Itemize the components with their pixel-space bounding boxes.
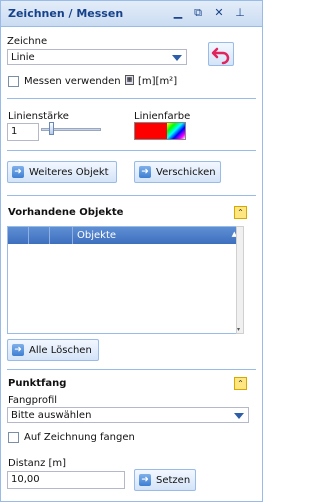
snap-profile-select[interactable]: Bitte auswählen — [7, 407, 249, 423]
undo-button[interactable] — [208, 42, 234, 66]
separator — [7, 195, 256, 196]
grid-scrollbar[interactable]: ▾ — [236, 226, 244, 334]
arrow-right-icon: ➜ — [12, 344, 24, 356]
pin-icon[interactable]: ⊥ — [233, 6, 247, 20]
line-color-label: Linienfarbe — [134, 111, 191, 122]
chevron-down-icon — [234, 413, 244, 419]
setzen-label: Setzen — [156, 475, 191, 486]
grid-col-icon[interactable] — [29, 227, 50, 244]
scroll-down-icon[interactable]: ▾ — [237, 326, 240, 333]
zeichne-label: Zeichne — [7, 36, 48, 47]
measure-label: Messen verwenden — [24, 76, 121, 87]
undo-icon — [211, 47, 230, 65]
separator — [7, 150, 256, 151]
arrow-right-icon: ➜ — [12, 166, 24, 178]
draw-measure-panel: Zeichnen / Messen ▁ ⧉ ✕ ⊥ Zeichne Linie … — [0, 0, 263, 502]
color-picker-icon[interactable] — [167, 123, 185, 139]
panel-titlebar: Zeichnen / Messen ▁ ⧉ ✕ ⊥ — [1, 1, 262, 27]
zeichne-select[interactable]: Linie — [7, 49, 187, 65]
weiteres-objekt-label: Weiteres Objekt — [29, 167, 109, 178]
snap-section-title: Punktfang — [8, 378, 67, 389]
arrow-right-icon: ➜ — [139, 474, 151, 486]
restore-icon[interactable]: ⧉ — [191, 6, 205, 20]
distance-label: Distanz [m] — [8, 458, 67, 469]
snap-profile-value: Bitte auswählen — [11, 410, 92, 421]
chevron-down-icon — [172, 55, 182, 61]
grid-header: Objekte ▲ — [8, 227, 242, 244]
weiteres-objekt-button[interactable]: ➜ Weiteres Objekt — [7, 161, 117, 183]
separator — [7, 98, 256, 99]
line-width-slider-thumb[interactable] — [49, 122, 54, 135]
grid-column-header[interactable]: Objekte — [77, 230, 116, 241]
minimize-icon[interactable]: ▁ — [171, 6, 185, 20]
close-icon[interactable]: ✕ — [212, 6, 226, 20]
measure-checkbox[interactable] — [8, 76, 19, 87]
collapse-icon[interactable]: ⌃ — [234, 206, 247, 219]
snap-drawing-checkbox[interactable] — [8, 432, 19, 443]
snap-profile-label: Fangprofil — [8, 395, 58, 406]
line-width-label: Linienstärke — [8, 111, 69, 122]
collapse-icon[interactable]: ⌃ — [234, 377, 247, 390]
line-color-swatch[interactable] — [134, 122, 186, 140]
alle-loeschen-button[interactable]: ➜ Alle Löschen — [7, 339, 99, 361]
alle-loeschen-label: Alle Löschen — [29, 345, 92, 356]
objects-section-title: Vorhandene Objekte — [8, 207, 124, 218]
line-width-field[interactable]: 1 — [7, 123, 39, 141]
objects-grid: Objekte ▲ — [7, 226, 243, 334]
zeichne-select-value: Linie — [11, 52, 35, 63]
grid-col-select[interactable] — [8, 227, 29, 244]
line-width-value: 1 — [11, 126, 18, 137]
verschicken-label: Verschicken — [156, 167, 216, 178]
arrow-right-icon: ➜ — [139, 166, 151, 178]
snap-drawing-label: Auf Zeichnung fangen — [24, 432, 135, 443]
verschicken-button[interactable]: ➜ Verschicken — [134, 161, 221, 183]
separator — [7, 369, 256, 370]
measure-unit: [m][m²] — [138, 76, 178, 87]
distance-field[interactable]: 10,00 — [7, 471, 125, 489]
grid-col-edit[interactable] — [50, 227, 73, 244]
calculator-icon: ▦ — [125, 75, 134, 85]
setzen-button[interactable]: ➜ Setzen — [134, 469, 196, 491]
distance-value: 10,00 — [11, 474, 40, 485]
panel-title: Zeichnen / Messen — [8, 7, 124, 20]
